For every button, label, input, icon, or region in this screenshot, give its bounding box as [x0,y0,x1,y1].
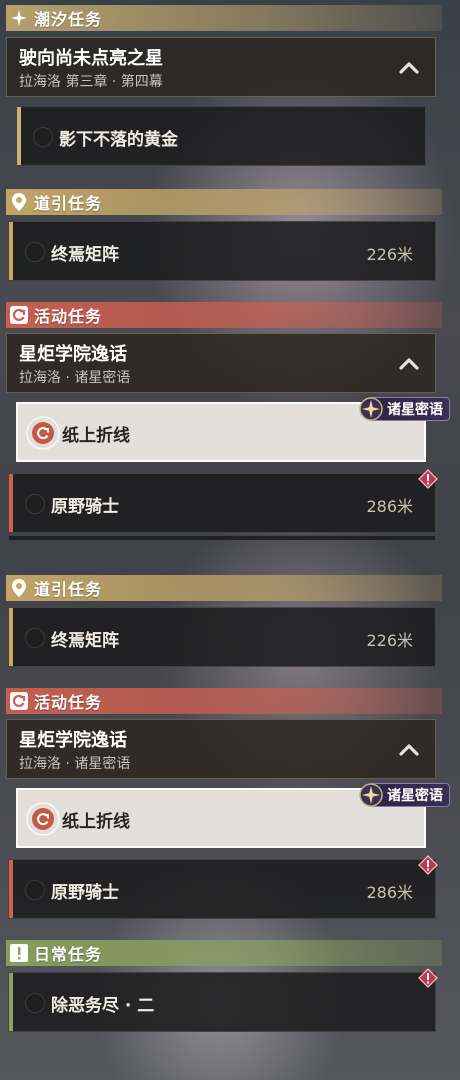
task-item-event-2[interactable]: 原野骑士 286米 [8,859,436,919]
section-header-guide[interactable]: 道引任务 [6,575,442,601]
event-tag-badge: 诸星密语 [359,397,450,421]
map-pin-icon [10,193,28,211]
task-item-event-2[interactable]: 原野骑士 286米 [8,473,436,533]
task-name: 影下不落的黄金 [59,130,178,150]
task-name: 纸上折线 [62,812,130,832]
cycle-arrow-icon [26,802,60,836]
task-distance: 286米 [366,883,413,902]
section-label: 活动任务 [34,307,103,326]
task-name: 纸上折线 [62,426,130,446]
task-status-dot [33,127,53,147]
cycle-arrow-icon [26,416,60,450]
warning-diamond-icon [418,855,438,875]
task-name: 终焉矩阵 [51,631,119,651]
section-label: 道引任务 [34,194,103,213]
section-label: 潮汐任务 [34,10,103,29]
task-item-guide[interactable]: 终焉矩阵 226米 [8,221,436,281]
event-tag-badge: 诸星密语 [359,783,450,807]
quest-subtitle: 拉海洛 第三章 · 第四幕 [19,74,163,90]
task-status-dot [25,242,45,262]
task-status-dot [25,628,45,648]
warning-diamond-icon [418,968,438,988]
chevron-up-icon[interactable] [399,356,419,370]
sparkle-icon [10,9,28,27]
task-status-dot [25,880,45,900]
task-accent-bar [17,107,21,165]
task-accent-bar [9,608,13,666]
task-accent-bar [9,222,13,280]
quest-subtitle: 拉海洛 · 诸星密语 [19,756,131,772]
chevron-up-icon[interactable] [399,742,419,756]
task-status-dot [25,494,45,514]
section-header-daily[interactable]: 日常任务 [6,940,442,966]
quest-tracker-bottom: 道引任务 终焉矩阵 226米 活动任务 星炬学院逸话 拉海洛 · 诸星密语 纸上… [0,540,460,1080]
section-header-tide[interactable]: 潮汐任务 [6,5,442,31]
section-header-event[interactable]: 活动任务 [6,688,442,714]
quest-card-tide[interactable]: 驶向尚未点亮之星 拉海洛 第三章 · 第四幕 [6,37,436,97]
task-accent-bar [9,474,13,532]
task-item-guide[interactable]: 终焉矩阵 226米 [8,607,436,667]
task-accent-bar [9,973,13,1031]
quest-tracker-top: 潮汐任务 驶向尚未点亮之星 拉海洛 第三章 · 第四幕 影下不落的黄金 道引任务… [0,0,460,540]
quest-card-event[interactable]: 星炬学院逸话 拉海洛 · 诸星密语 [6,719,436,779]
cycle-arrow-icon [10,306,28,324]
quest-title: 星炬学院逸话 [19,730,127,751]
task-name: 终焉矩阵 [51,245,119,265]
quest-subtitle: 拉海洛 · 诸星密语 [19,370,131,386]
section-header-event[interactable]: 活动任务 [6,302,442,328]
task-distance: 226米 [366,245,413,264]
task-distance: 286米 [366,497,413,516]
task-status-dot [25,993,45,1013]
section-label: 日常任务 [34,945,103,964]
warning-diamond-icon [418,469,438,489]
cycle-arrow-icon [10,692,28,710]
section-header-guide[interactable]: 道引任务 [6,189,442,215]
star-compass-icon [359,397,383,421]
exclamation-box-icon [10,944,28,962]
quest-card-event[interactable]: 星炬学院逸话 拉海洛 · 诸星密语 [6,333,436,393]
task-name: 原野骑士 [51,883,119,903]
chevron-up-icon[interactable] [399,60,419,74]
task-distance: 226米 [366,631,413,650]
quest-title: 驶向尚未点亮之星 [19,48,163,69]
task-name: 原野骑士 [51,497,119,517]
task-item-daily[interactable]: 除恶务尽 · 二 [8,972,436,1032]
badge-label: 诸星密语 [387,402,443,418]
task-name: 除恶务尽 · 二 [51,996,155,1016]
section-label: 活动任务 [34,693,103,712]
badge-label: 诸星密语 [387,788,443,804]
task-accent-bar [9,860,13,918]
section-label: 道引任务 [34,580,103,599]
star-compass-icon [359,783,383,807]
quest-title: 星炬学院逸话 [19,344,127,365]
map-pin-icon [10,579,28,597]
task-item-tide[interactable]: 影下不落的黄金 [16,106,426,166]
